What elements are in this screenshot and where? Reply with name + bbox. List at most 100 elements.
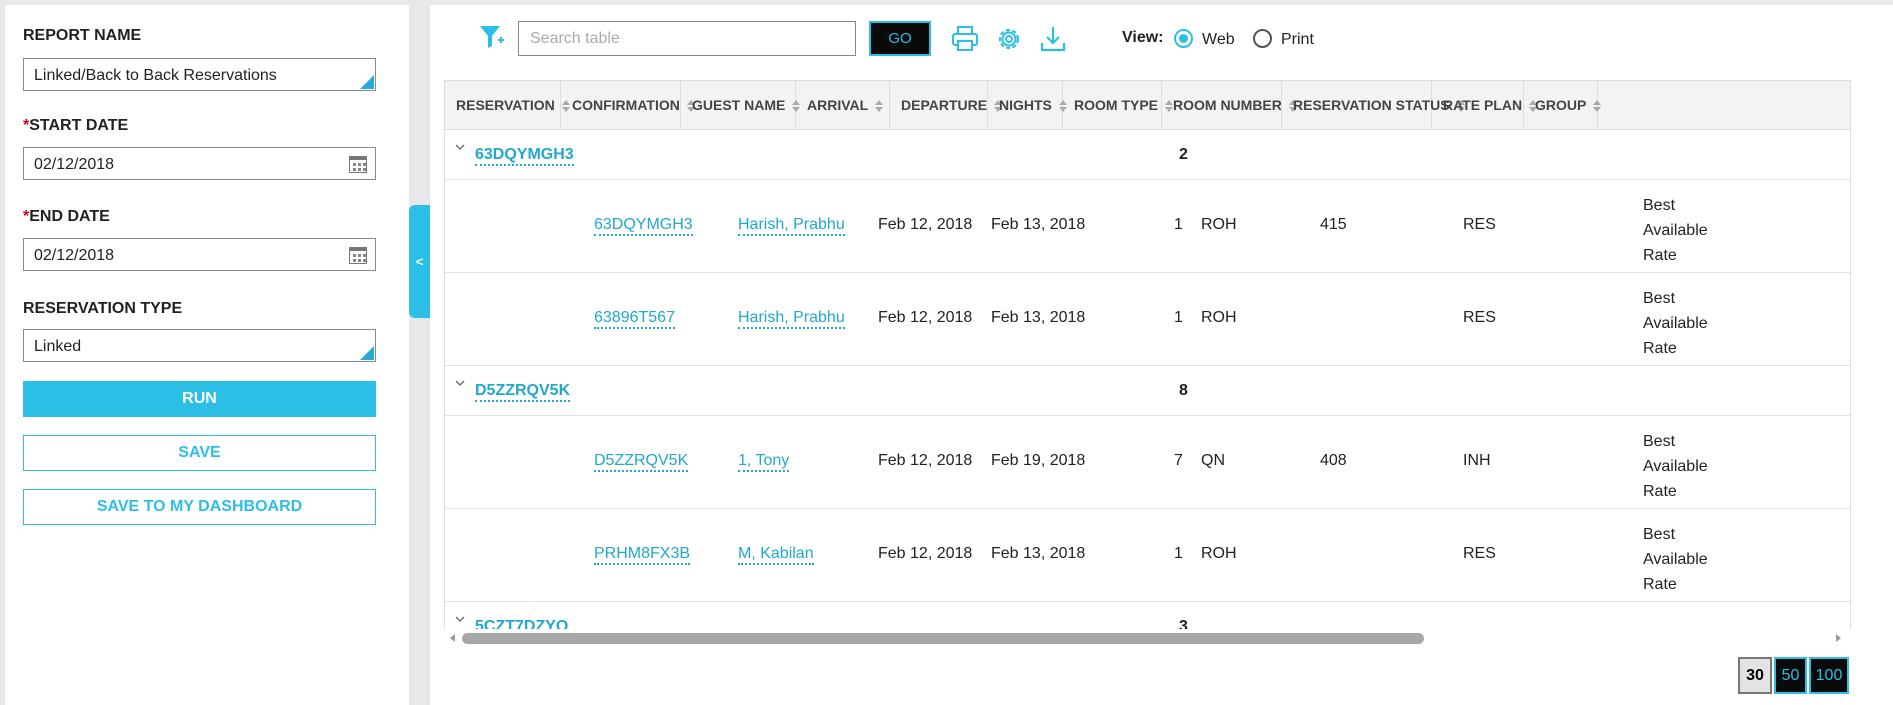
- download-icon[interactable]: [1038, 24, 1068, 54]
- group-row: D5ZZRQV5K 8: [445, 366, 1850, 416]
- column-header-room-type[interactable]: ROOM TYPE: [1063, 81, 1174, 130]
- column-header-arrival[interactable]: ARRIVAL: [796, 81, 890, 130]
- table-row: PRHM8FX3B M, Kabilan Feb 12, 2018 Feb 13…: [445, 509, 1850, 602]
- departure-cell: Feb 13, 2018: [991, 545, 1086, 562]
- departure-cell: Feb 13, 2018: [991, 216, 1086, 233]
- room-type-cell: ROH: [1201, 545, 1237, 562]
- confirmation-link[interactable]: 63896T567: [594, 309, 675, 329]
- column-header-rate-plan[interactable]: RATE PLAN: [1432, 81, 1538, 130]
- view-web-radio[interactable]: [1174, 29, 1193, 48]
- status-cell: RES: [1463, 545, 1496, 562]
- chevron-down-icon[interactable]: [455, 378, 465, 388]
- group-reservation-link[interactable]: 63DQYMGH3: [475, 146, 574, 166]
- column-header-confirmation[interactable]: CONFIRMATION: [561, 81, 695, 130]
- search-input[interactable]: [518, 21, 856, 56]
- view-label: View:: [1122, 29, 1164, 46]
- rate-plan-cell: Best Available Rate: [1643, 433, 1708, 500]
- sort-icon: [1592, 99, 1602, 113]
- page-size-50-button[interactable]: 50: [1774, 657, 1807, 694]
- guest-name-link[interactable]: Harish, Prabhu: [738, 309, 845, 329]
- status-cell: RES: [1463, 309, 1496, 326]
- view-print-label[interactable]: Print: [1281, 31, 1314, 49]
- table-row: 63DQYMGH3 Harish, Prabhu Feb 12, 2018 Fe…: [445, 180, 1850, 273]
- column-header-room-number[interactable]: ROOM NUMBER: [1162, 81, 1297, 130]
- calendar-icon[interactable]: [349, 247, 367, 264]
- page-size-100-button[interactable]: 100: [1809, 657, 1849, 694]
- guest-name-link[interactable]: 1, Tony: [738, 452, 790, 472]
- horizontal-scrollbar[interactable]: [444, 629, 1851, 647]
- calendar-icon[interactable]: [349, 156, 367, 173]
- report-results-panel: GO View: Web Print RESERVATION CONFIRMAT…: [430, 5, 1893, 705]
- print-icon[interactable]: [950, 24, 980, 54]
- nights-cell: 1: [1174, 545, 1183, 562]
- report-table: RESERVATION CONFIRMATION GUEST NAME ARRI…: [444, 80, 1851, 630]
- reservation-type-label: RESERVATION TYPE: [23, 300, 183, 317]
- end-date-label: *END DATE: [23, 208, 110, 225]
- reservation-type-value: Linked: [34, 338, 82, 355]
- room-type-cell: ROH: [1201, 309, 1237, 326]
- departure-cell: Feb 19, 2018: [991, 452, 1086, 469]
- rate-plan-cell: Best Available Rate: [1643, 526, 1708, 593]
- start-date-label: *START DATE: [23, 117, 129, 134]
- guest-name-link[interactable]: M, Kabilan: [738, 545, 814, 565]
- confirmation-link[interactable]: 63DQYMGH3: [594, 216, 693, 236]
- collapse-panel-button[interactable]: <: [409, 205, 430, 318]
- sort-icon: [874, 99, 884, 113]
- room-type-cell: QN: [1201, 452, 1225, 469]
- room-number-cell: 408: [1320, 452, 1347, 469]
- end-date-field[interactable]: 02/12/2018: [23, 238, 376, 271]
- reservation-type-select[interactable]: Linked: [23, 329, 376, 362]
- guest-name-link[interactable]: Harish, Prabhu: [738, 216, 845, 236]
- table-header: RESERVATION CONFIRMATION GUEST NAME ARRI…: [445, 81, 1850, 130]
- confirmation-link[interactable]: D5ZZRQV5K: [594, 452, 689, 472]
- page-size-30-button[interactable]: 30: [1738, 657, 1772, 694]
- save-to-dashboard-button[interactable]: SAVE TO MY DASHBOARD: [23, 489, 376, 525]
- dropdown-corner-icon: [360, 75, 374, 89]
- confirmation-link[interactable]: PRHM8FX3B: [594, 545, 691, 565]
- group-reservation-link[interactable]: D5ZZRQV5K: [475, 382, 571, 402]
- column-header-nights[interactable]: NIGHTS: [988, 81, 1067, 130]
- column-header-reservation-status[interactable]: RESERVATION STATUS: [1282, 81, 1465, 130]
- rate-plan-cell: Best Available Rate: [1643, 197, 1708, 264]
- column-header-guest-name[interactable]: GUEST NAME: [681, 81, 801, 130]
- arrival-cell: Feb 12, 2018: [878, 452, 973, 469]
- table-row: 63896T567 Harish, Prabhu Feb 12, 2018 Fe…: [445, 273, 1850, 366]
- vertical-scrollbar[interactable]: [1850, 130, 1851, 630]
- nights-cell: 1: [1174, 216, 1183, 233]
- status-cell: RES: [1463, 216, 1496, 233]
- chevron-down-icon[interactable]: [455, 614, 465, 624]
- report-name-value: Linked/Back to Back Reservations: [34, 67, 277, 84]
- scroll-left-icon[interactable]: [448, 633, 456, 643]
- column-header-departure[interactable]: DEPARTURE: [890, 81, 1003, 130]
- save-button[interactable]: SAVE: [23, 435, 376, 471]
- report-name-field[interactable]: Linked/Back to Back Reservations: [23, 58, 376, 91]
- arrival-cell: Feb 12, 2018: [878, 216, 973, 233]
- go-button[interactable]: GO: [869, 21, 931, 56]
- app-root: REPORT NAME Linked/Back to Back Reservat…: [0, 0, 1893, 705]
- filter-add-icon[interactable]: [477, 22, 507, 52]
- gear-icon[interactable]: [994, 24, 1024, 54]
- group-nights-total: 8: [1179, 382, 1188, 399]
- column-header-group[interactable]: GROUP: [1524, 81, 1602, 130]
- group-row: 5CZT7DZYO 3: [445, 602, 1850, 629]
- status-cell: INH: [1463, 452, 1491, 469]
- chevron-down-icon[interactable]: [455, 142, 465, 152]
- group-row: 63DQYMGH3 2: [445, 130, 1850, 180]
- room-type-cell: ROH: [1201, 216, 1237, 233]
- scroll-right-icon[interactable]: [1835, 633, 1843, 643]
- departure-cell: Feb 13, 2018: [991, 309, 1086, 326]
- start-date-field[interactable]: 02/12/2018: [23, 147, 376, 180]
- arrival-cell: Feb 12, 2018: [878, 309, 973, 326]
- view-print-radio[interactable]: [1253, 29, 1272, 48]
- room-number-cell: 415: [1320, 216, 1347, 233]
- run-button[interactable]: RUN: [23, 381, 376, 417]
- group-nights-total: 2: [1179, 146, 1188, 163]
- chevron-left-icon: <: [415, 254, 424, 269]
- end-date-value: 02/12/2018: [34, 247, 115, 264]
- dropdown-corner-icon: [360, 346, 374, 360]
- horizontal-scroll-thumb[interactable]: [462, 633, 1424, 644]
- start-date-value: 02/12/2018: [34, 156, 115, 173]
- column-header-reservation[interactable]: RESERVATION: [445, 81, 570, 130]
- view-web-label[interactable]: Web: [1202, 31, 1235, 49]
- report-parameters-panel: REPORT NAME Linked/Back to Back Reservat…: [5, 5, 409, 705]
